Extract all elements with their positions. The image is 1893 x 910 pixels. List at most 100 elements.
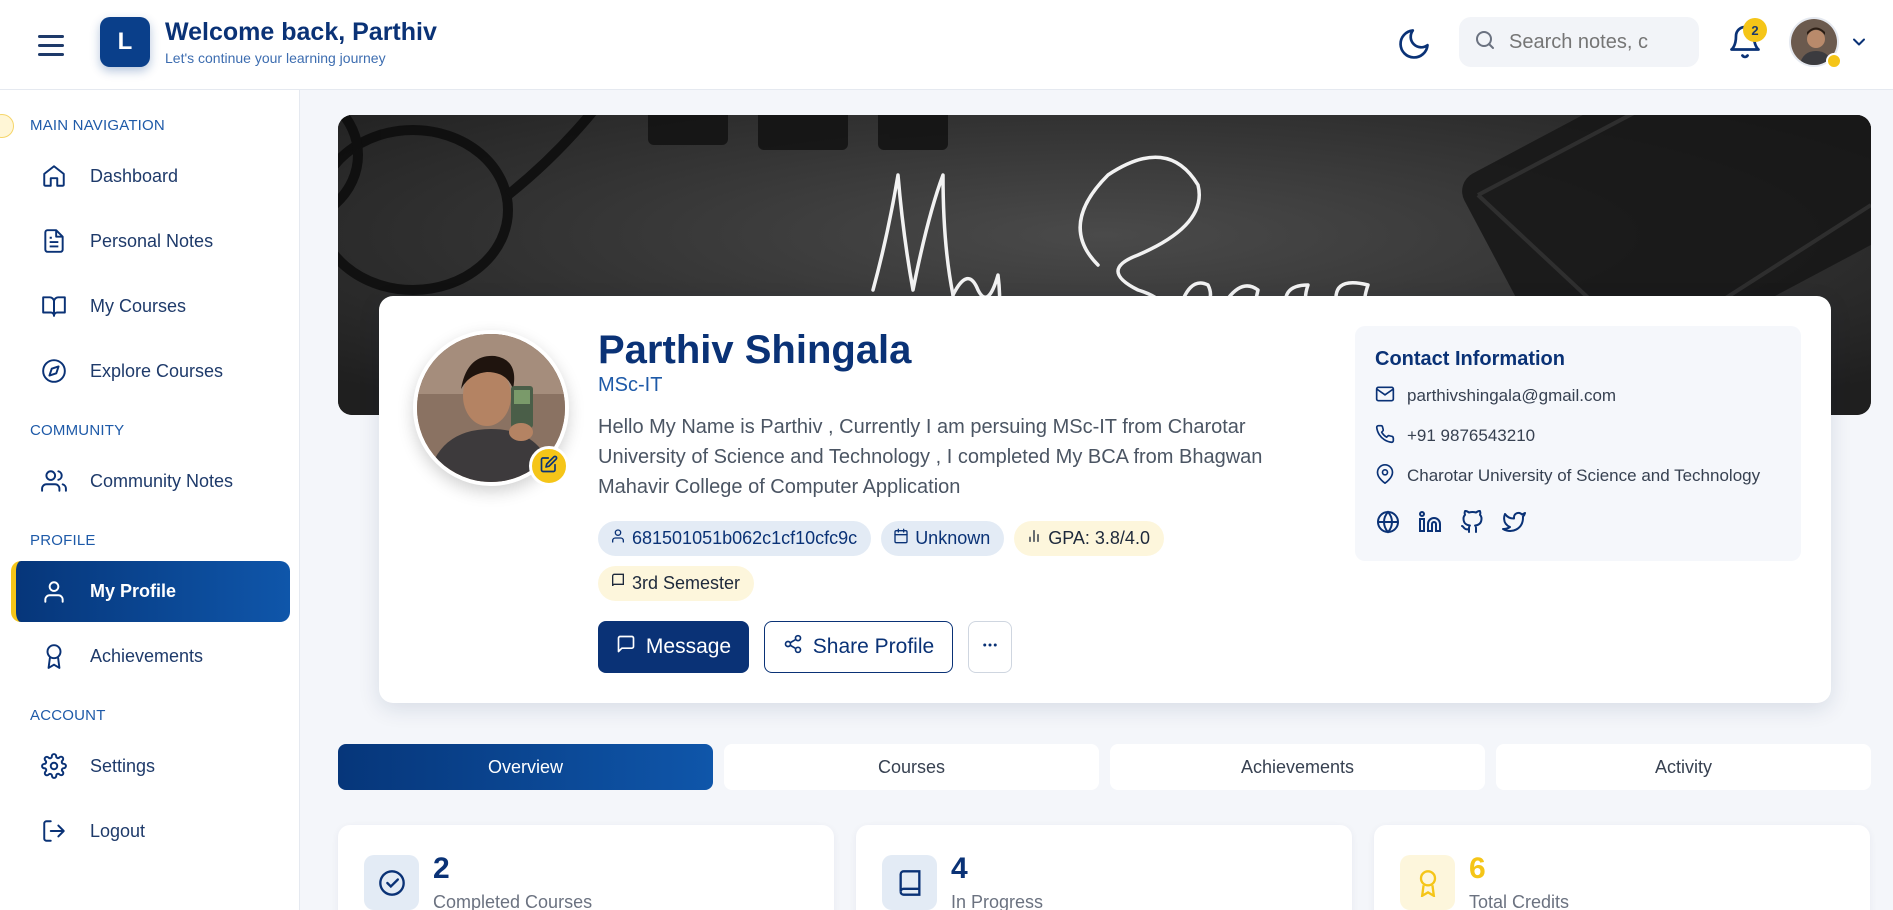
tab-activity[interactable]: Activity	[1496, 744, 1871, 790]
contact-email-row: parthivshingala@gmail.com	[1375, 383, 1781, 409]
message-label: Message	[645, 635, 732, 658]
phone-icon	[1375, 424, 1395, 449]
stat-value: 6	[1469, 852, 1486, 885]
user-icon	[40, 578, 68, 606]
sidebar-item-label: Logout	[90, 820, 146, 841]
tab-overview[interactable]: Overview	[338, 744, 713, 790]
top-header: L Welcome back, Parthiv Let's continue y…	[0, 0, 1893, 90]
sidebar-item-logout[interactable]: Logout	[11, 802, 290, 860]
bookmark-icon	[610, 573, 626, 594]
compass-icon	[40, 357, 68, 385]
sidebar-item-label: Achievements	[90, 645, 204, 666]
book-open-icon	[40, 292, 68, 320]
joined-text: Unknown	[915, 528, 991, 548]
document-icon	[40, 227, 68, 255]
search-bar[interactable]	[1459, 17, 1699, 67]
share-profile-button[interactable]: Share Profile	[764, 621, 953, 673]
users-icon	[40, 467, 68, 495]
chevron-down-icon[interactable]	[1849, 32, 1869, 52]
profile-bio: Hello My Name is Parthiv , Currently I a…	[598, 416, 1263, 498]
menu-toggle-icon[interactable]	[38, 28, 72, 62]
sidebar-item-label: My Courses	[90, 295, 187, 316]
bar-chart-icon	[1026, 528, 1042, 549]
stat-card-in-progress: 4 In Progress	[856, 825, 1352, 910]
home-icon	[40, 162, 68, 190]
user-id-text: 681501051b062c1cf10cfc9c	[632, 528, 858, 548]
semester-chip: 3rd Semester	[598, 566, 755, 601]
stat-card-total-credits: 6 Total Credits	[1374, 825, 1870, 910]
sidebar-item-label: Explore Courses	[90, 360, 224, 381]
gpa-chip: GPA: 3.8/4.0	[1014, 521, 1164, 556]
sidebar-handle[interactable]	[0, 114, 14, 138]
map-pin-icon	[1375, 463, 1395, 489]
stat-label: In Progress	[951, 892, 1044, 910]
sidebar-item-achievements[interactable]: Achievements	[11, 627, 290, 685]
app-logo[interactable]: L	[100, 17, 150, 67]
sidebar-item-personal-notes[interactable]: Personal Notes	[11, 212, 290, 270]
social-links	[1375, 509, 1781, 535]
sidebar-item-my-courses[interactable]: My Courses	[11, 277, 290, 335]
contact-location-row: Charotar University of Science and Techn…	[1375, 463, 1781, 489]
edit-icon	[540, 455, 558, 478]
stat-label: Completed Courses	[433, 892, 593, 910]
more-horizontal-icon	[981, 636, 999, 659]
user-icon	[610, 528, 626, 549]
award-icon	[1400, 855, 1455, 910]
github-icon[interactable]	[1459, 509, 1485, 535]
more-options-button[interactable]	[968, 621, 1012, 673]
contact-phone-row: +91 9876543210	[1375, 423, 1781, 449]
twitter-icon[interactable]	[1501, 509, 1527, 535]
sidebar: MAIN NAVIGATION Dashboard Personal Notes…	[0, 90, 300, 910]
sidebar-item-my-profile[interactable]: My Profile	[11, 561, 290, 622]
stat-value: 4	[951, 852, 968, 885]
user-id-chip: 681501051b062c1cf10cfc9c	[598, 521, 872, 556]
share-label: Share Profile	[812, 635, 935, 658]
search-input[interactable]	[1509, 30, 1679, 54]
globe-icon[interactable]	[1375, 509, 1401, 535]
profile-name: Parthiv Shingala	[598, 328, 912, 372]
section-profile: PROFILE	[30, 532, 96, 549]
contact-information-panel: Contact Information parthivshingala@gmai…	[1355, 326, 1801, 561]
section-community: COMMUNITY	[30, 422, 125, 439]
share-icon	[783, 634, 803, 660]
joined-chip: Unknown	[881, 521, 1005, 556]
welcome-subtitle: Let's continue your learning journey	[165, 50, 386, 66]
calendar-icon	[893, 528, 909, 549]
semester-text: 3rd Semester	[632, 573, 741, 593]
sidebar-item-label: Community Notes	[90, 470, 234, 491]
stat-card-completed: 2 Completed Courses	[338, 825, 834, 910]
sidebar-item-label: Personal Notes	[90, 230, 214, 251]
profile-chips: 681501051b062c1cf10cfc9c Unknown GPA: 3.…	[598, 521, 1218, 601]
sidebar-item-dashboard[interactable]: Dashboard	[11, 147, 290, 205]
message-button[interactable]: Message	[598, 621, 749, 673]
section-main-navigation: MAIN NAVIGATION	[30, 117, 165, 134]
contact-location: Charotar University of Science and Techn…	[1407, 466, 1761, 485]
book-icon	[882, 855, 937, 910]
moon-icon[interactable]	[1396, 26, 1432, 62]
gear-icon	[40, 752, 68, 780]
profile-degree: MSc-IT	[598, 374, 663, 396]
welcome-block: Welcome back, Parthiv Let's continue you…	[165, 18, 437, 66]
stat-label: Total Credits	[1469, 892, 1570, 910]
edit-avatar-button[interactable]	[529, 446, 569, 486]
tab-courses[interactable]: Courses	[724, 744, 1099, 790]
award-icon	[40, 642, 68, 670]
message-icon	[616, 634, 636, 660]
contact-email[interactable]: parthivshingala@gmail.com	[1407, 386, 1616, 406]
tab-achievements[interactable]: Achievements	[1110, 744, 1485, 790]
profile-card: Parthiv Shingala MSc-IT Hello My Name is…	[379, 296, 1831, 703]
sidebar-item-explore-courses[interactable]: Explore Courses	[11, 342, 290, 400]
stat-value: 2	[433, 852, 450, 885]
section-account: ACCOUNT	[30, 707, 106, 724]
welcome-title: Welcome back, Parthiv	[165, 18, 437, 46]
mail-icon	[1375, 384, 1395, 409]
contact-phone[interactable]: +91 9876543210	[1407, 426, 1535, 446]
sidebar-item-settings[interactable]: Settings	[11, 737, 290, 795]
gpa-text: GPA: 3.8/4.0	[1048, 528, 1150, 548]
search-icon	[1473, 28, 1497, 57]
linkedin-icon[interactable]	[1417, 509, 1443, 535]
online-status-dot	[1826, 53, 1842, 69]
sidebar-item-community-notes[interactable]: Community Notes	[11, 452, 290, 510]
contact-title: Contact Information	[1375, 348, 1565, 370]
check-circle-icon	[364, 855, 419, 910]
